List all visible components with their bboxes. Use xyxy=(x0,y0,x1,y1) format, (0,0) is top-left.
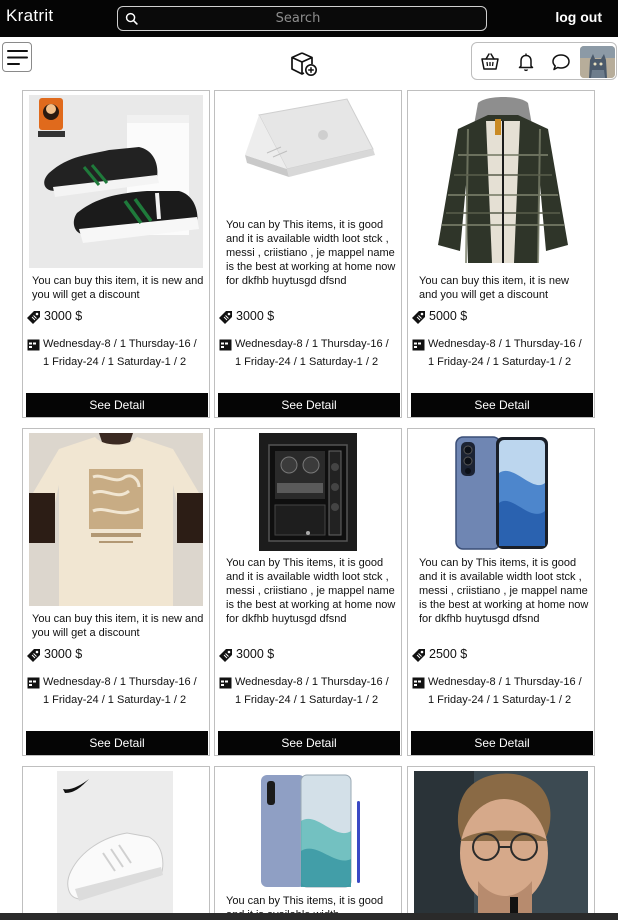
avatar[interactable] xyxy=(580,46,615,78)
price-row: 5000 $ xyxy=(412,309,590,327)
product-image[interactable] xyxy=(259,433,357,551)
price-row: 2500 $ xyxy=(412,647,590,665)
menu-button[interactable] xyxy=(2,42,32,72)
available-dates: Wednesday-8 / 1 Thursday-16 / 1 Friday-2… xyxy=(235,676,389,706)
search-icon xyxy=(125,12,138,25)
user-actions xyxy=(471,42,617,80)
price-row: 3000 $ xyxy=(219,647,397,665)
product-card: You can buy this item, it is new and you… xyxy=(407,90,595,418)
see-detail-button[interactable]: See Detail xyxy=(218,393,400,417)
product-card: You can buy this item, it is new and you… xyxy=(22,90,210,418)
price-row: 3000 $ xyxy=(27,309,205,327)
see-detail-button[interactable]: See Detail xyxy=(411,731,593,755)
product-image[interactable] xyxy=(57,771,173,917)
product-image[interactable] xyxy=(428,95,578,268)
price-tag-icon xyxy=(27,311,40,324)
product-image[interactable] xyxy=(414,771,588,920)
product-card xyxy=(22,766,210,920)
calendar-icon xyxy=(219,339,232,351)
search-input[interactable] xyxy=(148,9,478,28)
price: 3000 $ xyxy=(44,309,83,323)
date-row: Wednesday-8 / 1 Thursday-16 / 1 Friday-2… xyxy=(412,673,590,729)
product-description: You can by This items, it is good and it… xyxy=(419,557,589,625)
product-description: You can by This items, it is good and it… xyxy=(226,557,396,625)
calendar-icon xyxy=(27,677,40,689)
date-row: Wednesday-8 / 1 Thursday-16 / 1 Friday-2… xyxy=(27,673,205,729)
product-card: You can by This items, it is good and it… xyxy=(214,766,402,920)
see-detail-button[interactable]: See Detail xyxy=(218,731,400,755)
calendar-icon xyxy=(219,677,232,689)
price: 2500 $ xyxy=(429,647,468,661)
calendar-icon xyxy=(412,677,425,689)
price-tag-icon xyxy=(412,649,425,662)
logout-button[interactable]: log out xyxy=(555,9,602,25)
product-description: You can buy this item, it is new and you… xyxy=(32,275,204,301)
price-tag-icon xyxy=(219,649,232,662)
price: 3000 $ xyxy=(44,647,83,661)
box-add-icon[interactable] xyxy=(290,50,318,78)
calendar-icon xyxy=(412,339,425,351)
available-dates: Wednesday-8 / 1 Thursday-16 / 1 Friday-2… xyxy=(428,338,582,368)
product-description: You can buy this item, it is new and you… xyxy=(419,275,570,301)
product-description: You can by This items, it is good and it… xyxy=(226,219,396,287)
product-card: You can by This items, it is good and it… xyxy=(214,90,402,418)
product-image[interactable] xyxy=(237,95,379,203)
product-card: You can buy this item, it is new and you… xyxy=(22,428,210,756)
brand-logo[interactable]: Kratrit xyxy=(6,6,53,26)
price-tag-icon xyxy=(219,311,232,324)
available-dates: Wednesday-8 / 1 Thursday-16 / 1 Friday-2… xyxy=(235,338,389,368)
available-dates: Wednesday-8 / 1 Thursday-16 / 1 Friday-2… xyxy=(43,676,197,706)
product-image[interactable] xyxy=(452,433,552,553)
see-detail-button[interactable]: See Detail xyxy=(26,731,208,755)
bottom-scroll-shadow xyxy=(0,913,618,920)
see-detail-button[interactable]: See Detail xyxy=(26,393,208,417)
price-row: 3000 $ xyxy=(27,647,205,665)
date-row: Wednesday-8 / 1 Thursday-16 / 1 Friday-2… xyxy=(219,673,397,729)
product-card xyxy=(407,766,595,920)
available-dates: Wednesday-8 / 1 Thursday-16 / 1 Friday-2… xyxy=(43,338,197,368)
product-image[interactable] xyxy=(29,95,203,268)
product-image[interactable] xyxy=(251,771,367,891)
see-detail-button[interactable]: See Detail xyxy=(411,393,593,417)
date-row: Wednesday-8 / 1 Thursday-16 / 1 Friday-2… xyxy=(27,335,205,391)
bell-icon[interactable] xyxy=(516,52,536,72)
price: 3000 $ xyxy=(236,309,275,323)
product-card: You can by This items, it is good and it… xyxy=(214,428,402,756)
price-row: 3000 $ xyxy=(219,309,397,327)
basket-icon[interactable] xyxy=(480,52,500,72)
date-row: Wednesday-8 / 1 Thursday-16 / 1 Friday-2… xyxy=(219,335,397,391)
product-description: You can buy this item, it is new and you… xyxy=(32,613,204,639)
available-dates: Wednesday-8 / 1 Thursday-16 / 1 Friday-2… xyxy=(428,676,582,706)
top-bar: Kratrit log out xyxy=(0,0,618,37)
price: 3000 $ xyxy=(236,647,275,661)
product-card: You can by This items, it is good and it… xyxy=(407,428,595,756)
calendar-icon xyxy=(27,339,40,351)
date-row: Wednesday-8 / 1 Thursday-16 / 1 Friday-2… xyxy=(412,335,590,391)
price: 5000 $ xyxy=(429,309,468,323)
search-box[interactable] xyxy=(117,6,487,31)
price-tag-icon xyxy=(412,311,425,324)
price-tag-icon xyxy=(27,649,40,662)
hamburger-icon xyxy=(7,50,28,65)
product-image[interactable] xyxy=(29,433,203,606)
chat-icon[interactable] xyxy=(551,52,571,72)
